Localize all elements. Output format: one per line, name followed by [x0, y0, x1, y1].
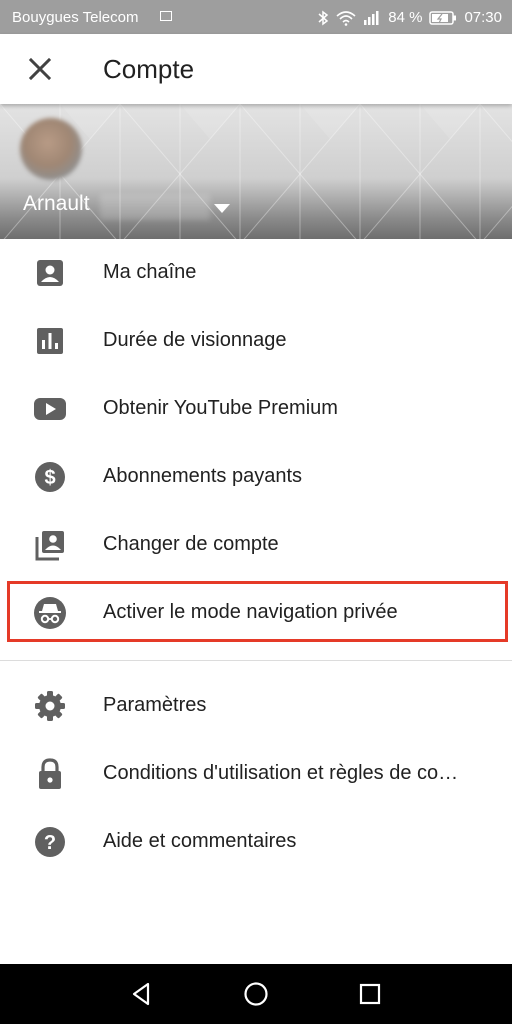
- menu-item-changer-compte[interactable]: Changer de compte: [0, 511, 512, 579]
- menu-item-label: Conditions d'utilisation et règles de co…: [103, 762, 468, 784]
- account-box-icon: [37, 260, 63, 286]
- lock-icon: [39, 758, 61, 789]
- bar-chart-icon: [37, 328, 63, 354]
- menu-item-label: Ma chaîne: [103, 261, 197, 283]
- status-time: 07:30: [464, 9, 502, 26]
- menu-item-label: Changer de compte: [103, 533, 279, 555]
- navigation-bar: [0, 964, 512, 1024]
- menu-divider: [0, 660, 512, 661]
- battery-percent: 84 %: [388, 9, 423, 26]
- status-bar: Bouygues Telecom 84 % 07:30: [0, 0, 512, 34]
- menu-item-label: Aide et commentaires: [103, 830, 297, 852]
- menu-item-abonnements-payants[interactable]: $ Abonnements payants: [0, 443, 512, 511]
- dropdown-caret-icon[interactable]: [212, 201, 232, 215]
- carrier-name: Bouygues Telecom: [12, 9, 139, 26]
- sim-icon: [160, 11, 172, 21]
- youtube-icon: [34, 398, 66, 420]
- avatar: [20, 118, 82, 180]
- menu-item-label: Obtenir YouTube Premium: [103, 397, 338, 419]
- menu-item-aide[interactable]: ? Aide et commentaires: [0, 808, 512, 876]
- menu-item-duree-visionnage[interactable]: Durée de visionnage: [0, 307, 512, 375]
- signal-icon: [364, 11, 379, 25]
- menu-item-label: Durée de visionnage: [103, 329, 287, 351]
- wifi-icon: [336, 10, 356, 26]
- account-name: Arnault: [23, 192, 90, 215]
- app-bar: Compte: [0, 34, 512, 104]
- svg-text:?: ?: [44, 832, 56, 854]
- svg-text:$: $: [44, 467, 55, 489]
- menu-item-ma-chaine[interactable]: Ma chaîne: [0, 239, 512, 307]
- gear-icon: [35, 691, 65, 721]
- back-icon[interactable]: [126, 978, 158, 1010]
- header-pattern: [0, 104, 512, 239]
- menu-item-label: Paramètres: [103, 694, 207, 716]
- menu-item-conditions[interactable]: Conditions d'utilisation et règles de co…: [0, 740, 512, 808]
- account-name-redacted: [100, 194, 210, 220]
- status-icons: 84 % 07:30: [317, 9, 502, 26]
- recents-icon[interactable]: [354, 978, 386, 1010]
- menu-item-label: Activer le mode navigation privée: [103, 601, 398, 623]
- menu-item-label: Abonnements payants: [103, 465, 303, 487]
- menu-item-navigation-privee[interactable]: Activer le mode navigation privée: [0, 579, 512, 647]
- page-title: Compte: [103, 54, 195, 84]
- incognito-icon: [34, 597, 66, 629]
- menu-item-youtube-premium[interactable]: Obtenir YouTube Premium: [0, 375, 512, 443]
- home-icon[interactable]: [240, 978, 272, 1010]
- dollar-icon: $: [35, 462, 65, 492]
- bluetooth-icon: [318, 10, 329, 25]
- switch-account-icon: [35, 531, 64, 561]
- account-header[interactable]: Arnault: [0, 104, 512, 239]
- battery-icon: [429, 10, 457, 25]
- help-icon: ?: [35, 827, 65, 857]
- close-icon[interactable]: [22, 51, 58, 87]
- menu-item-parametres[interactable]: Paramètres: [0, 672, 512, 740]
